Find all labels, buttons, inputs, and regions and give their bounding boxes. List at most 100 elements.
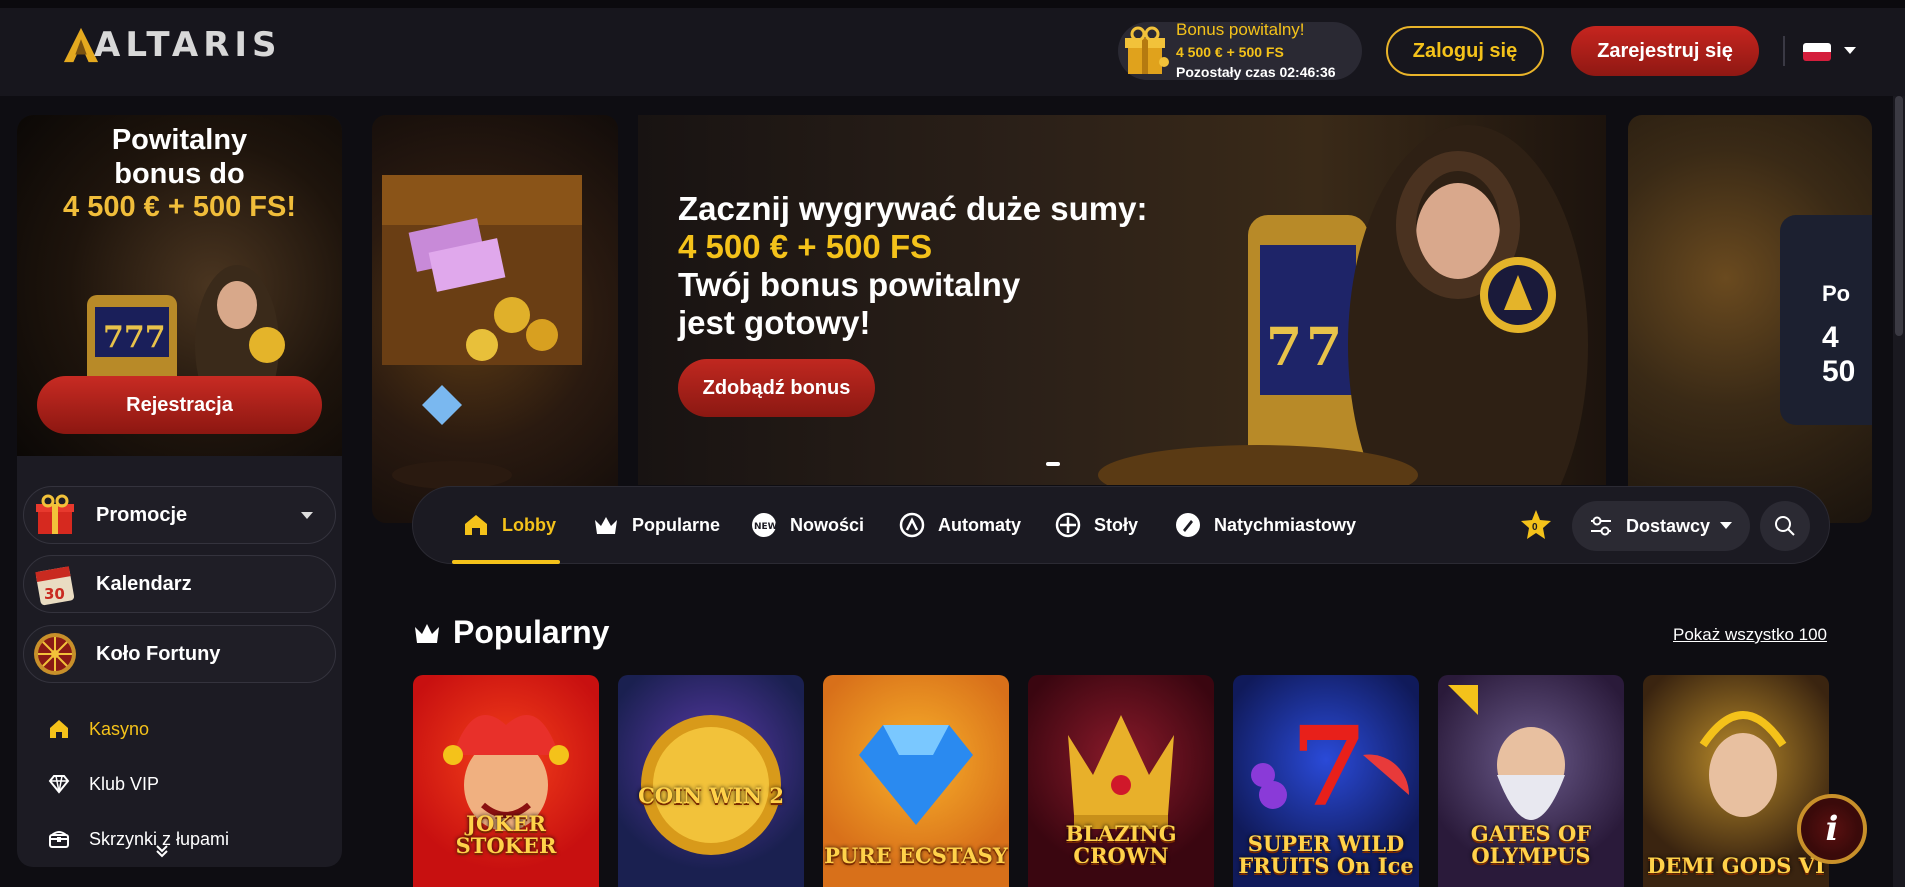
- home-icon: [462, 511, 490, 539]
- sidebar: Powitalny bonus do 4 500 € + 500 FS! 777…: [17, 115, 342, 867]
- game-title: DEMI GODS VI: [1647, 853, 1825, 878]
- carousel-indicator[interactable]: [1046, 462, 1060, 466]
- show-all-link[interactable]: Pokaż wszystko 100: [1673, 625, 1827, 645]
- logo-text: ALTARIS: [94, 25, 282, 65]
- hero-line-4: jest gotowy!: [678, 304, 871, 341]
- rocket-icon: [1174, 511, 1202, 539]
- info-button[interactable]: i: [1797, 794, 1867, 864]
- providers-dropdown[interactable]: Dostawcy: [1572, 501, 1750, 551]
- favorites-count: 0: [1532, 522, 1538, 533]
- sidebar-item-kolo-fortuny[interactable]: Koło Fortuny: [23, 625, 336, 683]
- tab-label: Popularne: [632, 514, 721, 535]
- section-title-popularny: Popularny: [413, 614, 609, 651]
- game-title: SUPER WILD FRUITS On Ice: [1238, 831, 1414, 878]
- tab-label: Nowości: [790, 514, 865, 535]
- filter-sliders-icon: [1591, 516, 1611, 536]
- tab-nowosci[interactable]: NEW Nowości: [750, 486, 864, 564]
- promo-amount: 4 500 € + 500 FS!: [63, 191, 296, 223]
- language-flag-icon[interactable]: [1803, 43, 1831, 61]
- game-tile[interactable]: BLAZING CROWN: [1028, 675, 1214, 887]
- search-icon: [1775, 516, 1795, 536]
- svg-text:777: 777: [103, 320, 166, 355]
- banner-left-treasure[interactable]: [372, 115, 618, 523]
- home-icon: [47, 717, 71, 741]
- sidebar-item-label: Koło Fortuny: [96, 642, 221, 665]
- nav-link-label: Kasyno: [89, 718, 150, 739]
- new-badge-icon: NEW: [750, 511, 778, 539]
- game-tile[interactable]: COIN WIN 2: [618, 675, 804, 887]
- tab-label: Lobby: [502, 514, 556, 535]
- diamond-icon: [47, 772, 71, 796]
- get-bonus-button[interactable]: Zdobądź bonus: [678, 359, 875, 417]
- svg-text:7: 7: [1266, 317, 1302, 378]
- game-title: PURE ECSTASY: [824, 843, 1008, 868]
- hero-line-2: 4 500 € + 500 FS: [678, 228, 933, 265]
- banner-right-text-b: 4 50: [1822, 321, 1856, 388]
- tab-label: Stoły: [1094, 514, 1139, 535]
- tab-label: Automaty: [938, 514, 1022, 535]
- crown-icon: [415, 623, 439, 643]
- game-tile[interactable]: GATES OF OLYMPUS: [1438, 675, 1624, 887]
- tab-lobby[interactable]: Lobby: [462, 486, 556, 564]
- hero-line-3: Twój bonus powitalny: [678, 266, 1021, 303]
- header-divider: [1783, 36, 1785, 66]
- game-tile[interactable]: JOKER STOKER: [413, 675, 599, 887]
- hero-line-1: Zacznij wygrywać duże sumy:: [678, 190, 1148, 227]
- providers-label: Dostawcy: [1626, 515, 1711, 536]
- crown-icon: [592, 511, 620, 539]
- logo[interactable]: ALTARIS: [62, 24, 282, 66]
- nav-link-klub-vip[interactable]: Klub VIP: [47, 772, 159, 796]
- coin-illustration: [641, 715, 781, 855]
- expand-more-icon[interactable]: [154, 843, 170, 859]
- sidebar-item-promocje[interactable]: Promocje: [23, 486, 336, 544]
- game-title: BLAZING CROWN: [1065, 821, 1177, 868]
- sidebar-item-label: Kalendarz: [96, 572, 192, 595]
- chest-icon: [47, 827, 71, 851]
- bonus-title: Bonus powitalny!: [1176, 20, 1305, 39]
- game-title: GATES OF OLYMPUS: [1470, 821, 1592, 868]
- svg-text:7: 7: [1306, 317, 1342, 378]
- sidebar-item-kalendarz[interactable]: 30 Kalendarz: [23, 555, 336, 613]
- game-title: JOKER STOKER: [455, 811, 557, 858]
- search-button[interactable]: [1760, 501, 1810, 551]
- tab-active-indicator: [452, 560, 560, 564]
- wheel-icon: [34, 633, 76, 675]
- svg-text:NEW: NEW: [754, 522, 777, 532]
- register-button[interactable]: Zarejestruj się: [1571, 26, 1759, 76]
- game-title: COIN WIN 2: [638, 783, 784, 808]
- language-chevron-down-icon[interactable]: [1844, 47, 1856, 54]
- svg-text:7: 7: [1291, 702, 1368, 831]
- tab-stoly[interactable]: Stoły: [1054, 486, 1138, 564]
- game-tile[interactable]: PURE ECSTASY: [823, 675, 1009, 887]
- chip-icon: [1054, 511, 1082, 539]
- sidebar-register-button[interactable]: Rejestracja: [37, 376, 322, 434]
- banner-right-card: Po 4 50: [1780, 215, 1872, 425]
- page-scrollbar[interactable]: [1893, 96, 1905, 887]
- treasure-chest-illustration: [382, 175, 582, 489]
- banner-right-text-a: Po: [1822, 281, 1851, 306]
- chevron-down-icon: [1720, 522, 1732, 529]
- slot-icon: [898, 511, 926, 539]
- nav-link-kasyno[interactable]: Kasyno: [47, 717, 149, 741]
- section-title-text: Popularny: [453, 614, 610, 650]
- bonus-amount: 4 500 € + 500 FS: [1176, 44, 1284, 60]
- tab-label: Natychmiastowy: [1214, 514, 1357, 535]
- chevron-down-icon[interactable]: [301, 512, 313, 519]
- game-tile[interactable]: 7 SUPER WILD FRUITS On Ice: [1233, 675, 1419, 887]
- tab-automaty[interactable]: Automaty: [898, 486, 1021, 564]
- nav-link-label: Klub VIP: [89, 773, 160, 794]
- calendar-icon: 30: [35, 566, 75, 606]
- game-tile[interactable]: DEMI GODS VI: [1643, 675, 1829, 887]
- nav-link-skrzynki[interactable]: Skrzynki z łupami: [47, 827, 229, 851]
- sidebar-item-label: Promocje: [96, 503, 188, 526]
- svg-text:30: 30: [44, 585, 65, 603]
- gift-icon: [1125, 26, 1169, 74]
- scrollbar-thumb[interactable]: [1895, 96, 1903, 336]
- tab-natychmiastowy[interactable]: Natychmiastowy: [1174, 486, 1356, 564]
- gift-icon: [36, 494, 74, 534]
- favorites-star-icon[interactable]: 0: [1519, 508, 1553, 542]
- promo-title: Powitalny bonus do: [111, 124, 248, 190]
- top-strip: [0, 0, 1905, 8]
- tab-popularne[interactable]: Popularne: [592, 486, 720, 564]
- login-button[interactable]: Zaloguj się: [1386, 26, 1544, 76]
